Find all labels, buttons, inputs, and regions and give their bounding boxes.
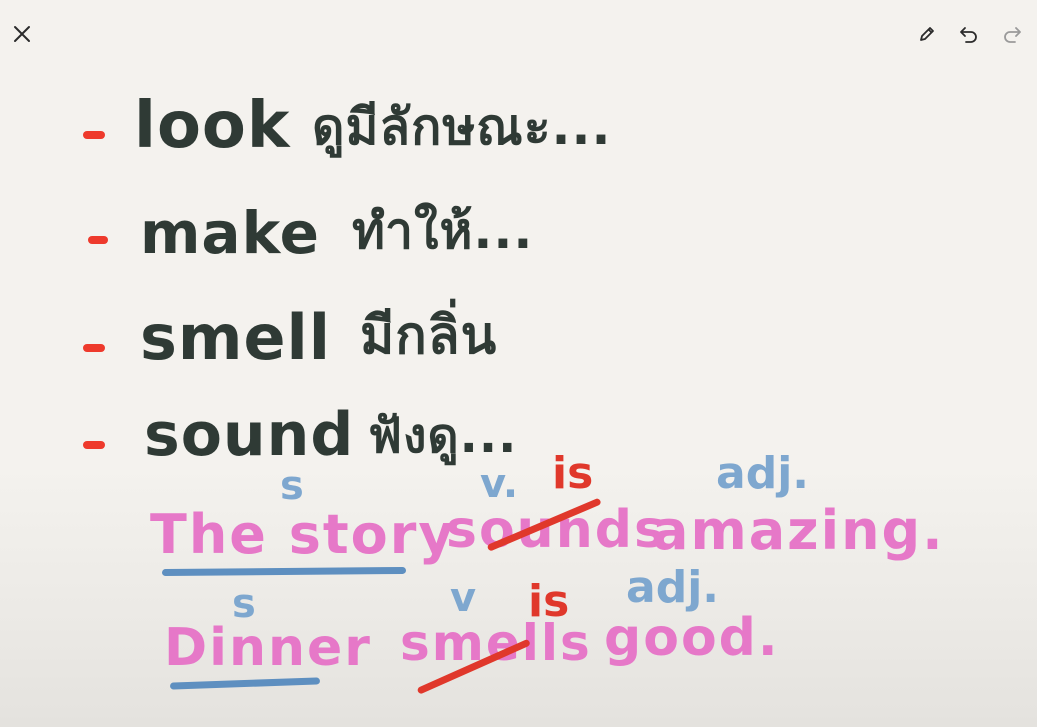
vocab-meaning: ทำให้... xyxy=(352,202,534,260)
verb-label: v xyxy=(450,575,477,621)
adjective-label: adj. xyxy=(626,562,719,613)
drawing-canvas[interactable]: look ดูมีลักษณะ... make ทำให้... smell ม… xyxy=(0,0,1037,727)
replacement-verb: is xyxy=(552,448,594,499)
bullet-dash xyxy=(83,344,105,352)
complement-text: amazing. xyxy=(652,499,945,562)
bullet-dash xyxy=(83,441,105,449)
vocab-meaning: ดูมีลักษณะ... xyxy=(312,98,612,156)
subject-text: Dinner xyxy=(164,618,372,678)
subject-underline xyxy=(169,677,321,690)
adjective-label: adj. xyxy=(716,448,809,499)
vocab-meaning: ฟังดู... xyxy=(368,408,518,464)
bullet-dash xyxy=(88,236,108,244)
vocab-word: make xyxy=(140,199,320,267)
subject-text: The story xyxy=(150,503,456,566)
vocab-word: sound xyxy=(144,400,355,470)
vocab-meaning: มีกลิ่น xyxy=(360,306,498,366)
vocab-word: smell xyxy=(140,301,332,374)
subject-label: s xyxy=(280,463,304,509)
complement-text: good. xyxy=(604,608,780,668)
verb-label: v. xyxy=(480,461,519,507)
subject-underline xyxy=(161,566,407,577)
bullet-dash xyxy=(83,131,105,139)
vocab-word: look xyxy=(134,89,291,163)
verb-text: sounds xyxy=(446,500,667,560)
